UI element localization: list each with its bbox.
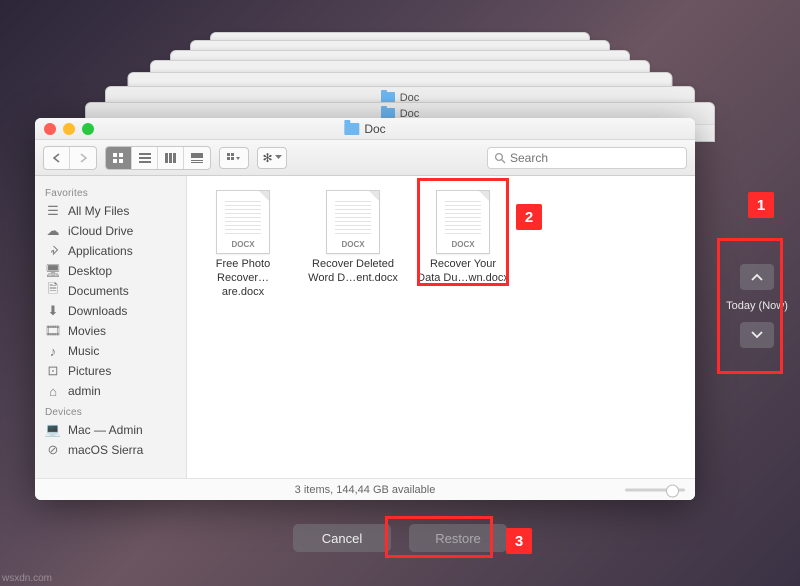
downloads-icon: ⬇ (45, 304, 61, 318)
sidebar-item-desktop[interactable]: 🖥Desktop (35, 261, 186, 281)
arrange-button[interactable] (219, 147, 249, 169)
annotation-box-2 (417, 178, 509, 286)
search-field[interactable] (487, 147, 687, 169)
list-view-button[interactable] (132, 147, 158, 169)
back-button[interactable] (44, 147, 70, 169)
file-item[interactable]: DOCX Free Photo Recover…are.docx (197, 190, 289, 299)
cancel-button[interactable]: Cancel (293, 524, 391, 552)
icon-view-button[interactable] (106, 147, 132, 169)
movies-icon: 🎞 (45, 324, 61, 338)
window-controls (44, 123, 94, 135)
file-item[interactable]: DOCX Recover Deleted Word D…ent.docx (307, 190, 399, 286)
home-icon: ⌂ (45, 384, 61, 398)
annotation-badge-1: 1 (748, 192, 774, 218)
docx-icon: DOCX (326, 190, 380, 254)
sidebar-item-mac[interactable]: 💻Mac — Admin (35, 420, 186, 440)
maximize-button[interactable] (82, 123, 94, 135)
nav-buttons (43, 146, 97, 170)
sidebar-heading-devices: Devices (35, 401, 186, 420)
annotation-badge-3: 3 (506, 528, 532, 554)
folder-icon (344, 123, 359, 135)
sidebar-item-music[interactable]: ♪Music (35, 341, 186, 361)
sidebar-item-home[interactable]: ⌂admin (35, 381, 186, 401)
apps-icon (45, 244, 61, 258)
window-title: Doc (364, 122, 385, 136)
close-button[interactable] (44, 123, 56, 135)
file-name: Recover Deleted Word D…ent.docx (307, 258, 399, 286)
music-icon: ♪ (45, 344, 61, 358)
pictures-icon: ⊡ (45, 364, 61, 378)
search-icon (494, 152, 506, 164)
annotation-box-1 (717, 238, 783, 374)
finder-window: Doc (35, 118, 695, 500)
sidebar-heading-favorites: Favorites (35, 182, 186, 201)
watermark: wsxdn.com (2, 573, 52, 584)
docx-icon: DOCX (216, 190, 270, 254)
icloud-icon: ☁ (45, 224, 61, 238)
documents-icon: 🗎 (45, 284, 61, 298)
sidebar-item-all-files[interactable]: ☰All My Files (35, 201, 186, 221)
status-text: 3 items, 144,44 GB available (295, 484, 436, 496)
sidebar: Favorites ☰All My Files ☁iCloud Drive Ap… (35, 176, 187, 478)
view-buttons (105, 146, 211, 170)
coverflow-view-button[interactable] (184, 147, 210, 169)
file-name: Free Photo Recover…are.docx (197, 258, 289, 299)
all-files-icon: ☰ (45, 204, 61, 218)
search-input[interactable] (510, 151, 680, 165)
desktop-icon: 🖥 (45, 264, 61, 278)
action-button[interactable]: ✻ (257, 147, 287, 169)
sidebar-item-downloads[interactable]: ⬇Downloads (35, 301, 186, 321)
disk-icon: ⊘ (45, 443, 61, 457)
gear-icon: ✻ (262, 151, 272, 165)
sidebar-item-movies[interactable]: 🎞Movies (35, 321, 186, 341)
sidebar-item-icloud[interactable]: ☁iCloud Drive (35, 221, 186, 241)
sidebar-item-sierra[interactable]: ⊘macOS Sierra (35, 440, 186, 460)
zoom-slider[interactable] (625, 488, 685, 491)
forward-button[interactable] (70, 147, 96, 169)
sidebar-item-pictures[interactable]: ⊡Pictures (35, 361, 186, 381)
titlebar: Doc (35, 118, 695, 140)
annotation-badge-2: 2 (516, 204, 542, 230)
sidebar-item-documents[interactable]: 🗎Documents (35, 281, 186, 301)
column-view-button[interactable] (158, 147, 184, 169)
status-bar: 3 items, 144,44 GB available (35, 478, 695, 500)
disk-icon: 💻 (45, 423, 61, 437)
annotation-box-3 (385, 516, 493, 558)
minimize-button[interactable] (63, 123, 75, 135)
sidebar-item-applications[interactable]: Applications (35, 241, 186, 261)
toolbar: ✻ (35, 140, 695, 176)
